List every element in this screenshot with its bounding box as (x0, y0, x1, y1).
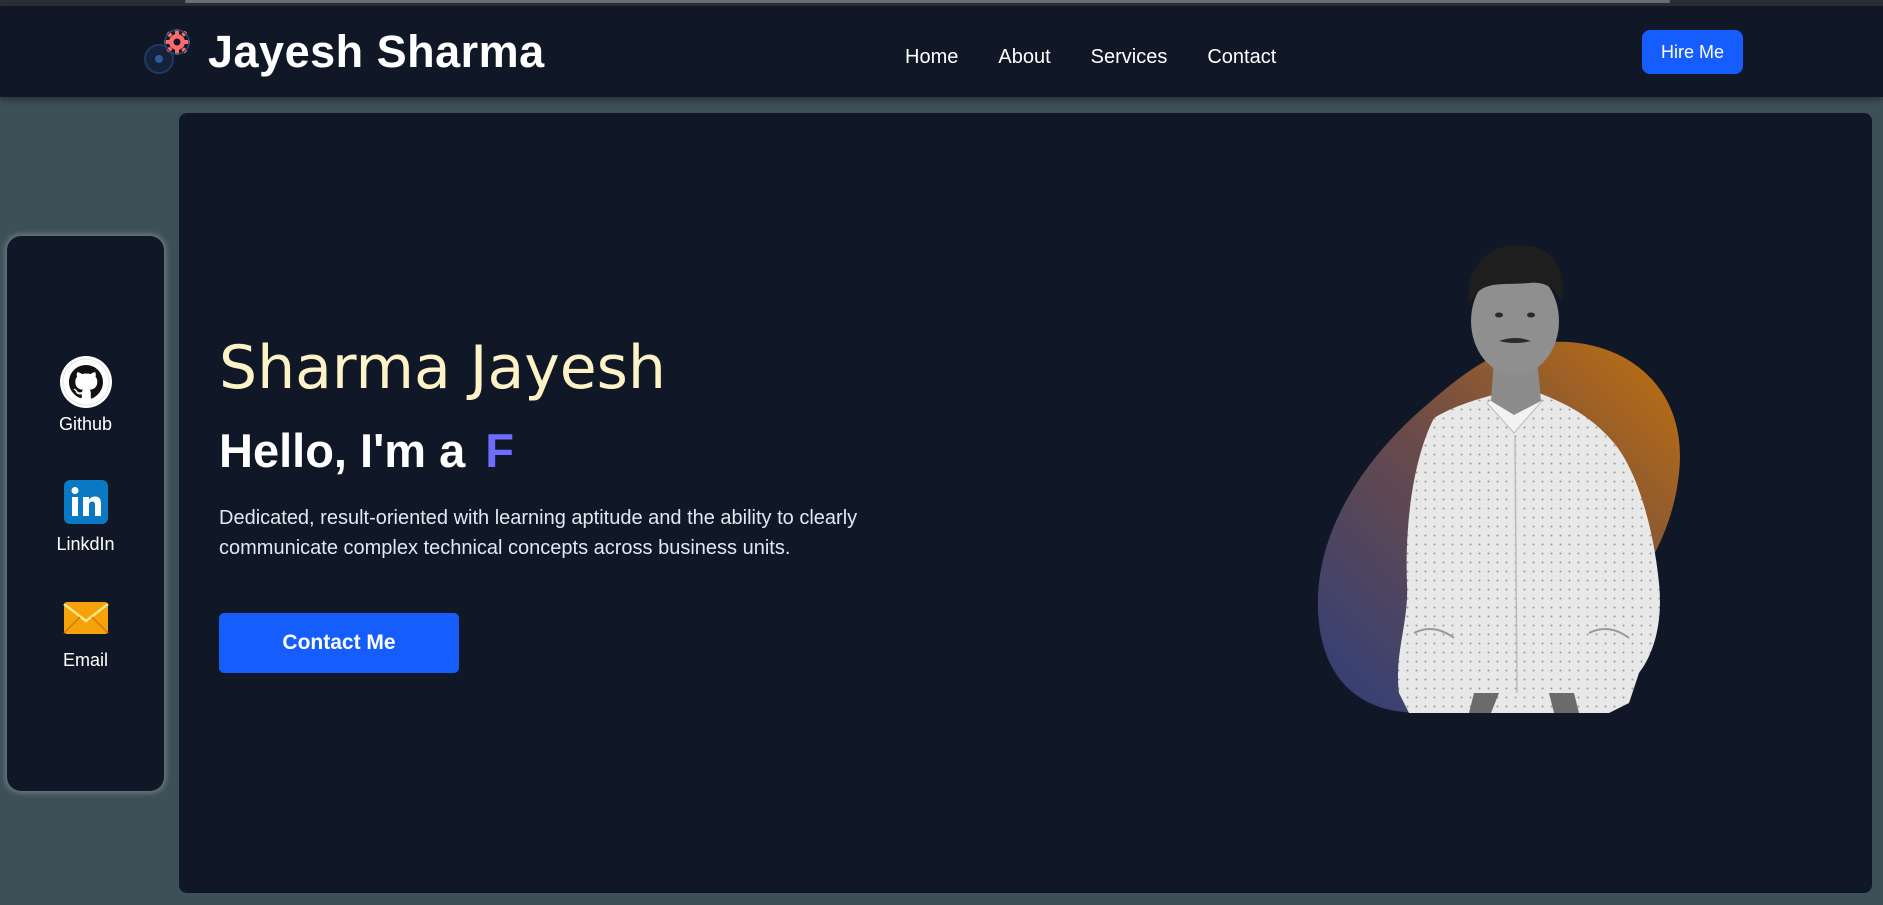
nav-about[interactable]: About (998, 44, 1050, 70)
nav-services[interactable]: Services (1091, 44, 1168, 70)
greeting-text: Hello, I'm a (219, 424, 466, 477)
hero-section: Sharma Jayesh Hello, I'm a F Dedicated, r… (179, 113, 1872, 893)
nav-home[interactable]: Home (905, 44, 958, 70)
hire-me-button[interactable]: Hire Me (1642, 30, 1743, 74)
brand[interactable]: Jayesh Sharma (142, 26, 545, 78)
linkedin-label: LinkdIn (56, 534, 115, 554)
social-email[interactable]: Email (7, 592, 164, 671)
social-github[interactable]: Github (7, 356, 164, 435)
typed-text: F (485, 424, 514, 477)
nav-contact[interactable]: Contact (1207, 44, 1276, 70)
linkedin-icon (60, 476, 112, 528)
hero-description: Dedicated, result-oriented with learning… (219, 507, 858, 559)
navbar: Jayesh Sharma Home About Services Contac… (0, 6, 1883, 97)
person-photo (1397, 244, 1660, 713)
github-icon (59, 356, 112, 408)
horizontal-scrollbar[interactable] (185, 0, 1670, 3)
gears-icon (142, 26, 194, 78)
envelope-icon (60, 592, 112, 644)
social-linkedin[interactable]: LinkdIn (7, 476, 164, 555)
brand-name: Jayesh Sharma (208, 26, 545, 77)
social-sidebar: Github LinkdIn Email (7, 236, 164, 791)
contact-me-button[interactable]: Contact Me (219, 613, 459, 673)
github-label: Github (58, 414, 113, 434)
email-label: Email (62, 650, 108, 670)
hero-name: Sharma Jayesh (219, 333, 666, 403)
profile-portrait (1259, 153, 1719, 773)
hero-greeting: Hello, I'm a F (219, 423, 514, 479)
nav-links: Home About Services Contact (905, 44, 1316, 70)
